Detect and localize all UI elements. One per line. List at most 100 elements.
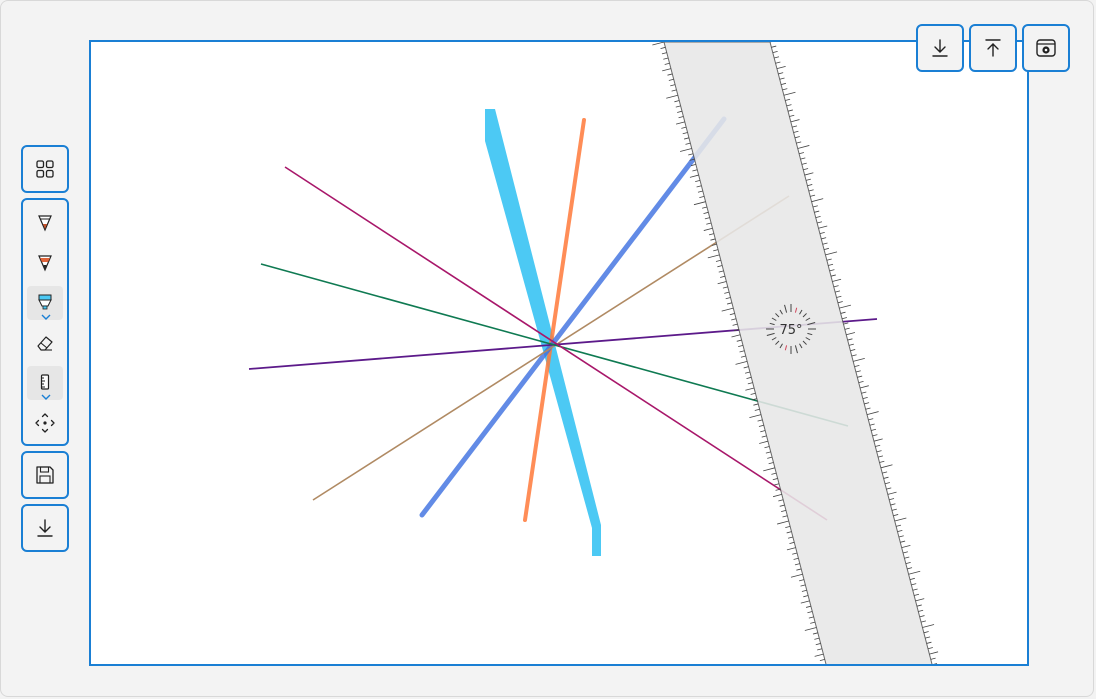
ruler-tick (729, 313, 735, 316)
ruler-tick (826, 258, 832, 261)
ruler-tick (840, 311, 846, 314)
ruler-tick (846, 332, 856, 336)
ruler-tick (736, 339, 742, 342)
ruler-angle-label: 75° (779, 323, 802, 338)
ruler-tick (905, 561, 911, 564)
chevron-down-icon (41, 314, 51, 320)
ruler-tick (916, 604, 922, 607)
ruler-tick (807, 184, 813, 187)
download-button[interactable] (21, 504, 69, 552)
ruler-tick (873, 438, 883, 442)
lasso-select-tool[interactable] (27, 406, 63, 440)
ruler-tick (808, 616, 814, 619)
ruler-tick (778, 72, 784, 75)
ruler-tool[interactable] (27, 366, 63, 400)
ruler-tick (909, 577, 915, 580)
ruler-tick (780, 82, 787, 85)
ruler-tick (721, 307, 734, 312)
ruler-tick (771, 472, 777, 475)
ruler-tick (828, 263, 834, 266)
ruler-tick (851, 354, 857, 357)
ruler-tick (794, 563, 800, 566)
inking-toolbar (21, 198, 69, 446)
ruler-tick (900, 540, 906, 543)
export-button[interactable] (969, 24, 1017, 72)
ruler-tick (725, 297, 731, 300)
ruler-tick (786, 531, 792, 534)
ruler-tick (722, 286, 728, 289)
ruler-tick (801, 162, 807, 165)
ruler-tick (844, 327, 850, 330)
ruler-tick (768, 462, 774, 465)
ruler-tick (879, 460, 885, 463)
ruler-tick (908, 570, 921, 575)
ruler-tick (823, 247, 829, 250)
save-button[interactable] (21, 451, 69, 499)
ruler-tick (777, 520, 789, 525)
ruler-tick (689, 174, 699, 178)
ruler-tick (720, 275, 726, 278)
ruler-tick (923, 631, 929, 634)
ruler-tick (771, 45, 777, 48)
ruler-tick (774, 56, 780, 59)
settings-button[interactable] (1022, 24, 1070, 72)
settings-gear-icon (1036, 39, 1056, 57)
ruler-tick (662, 68, 672, 72)
ruler-tick (670, 84, 676, 87)
ruler-tick (914, 593, 920, 596)
ruler-tick (778, 499, 784, 502)
ruler-tick (785, 525, 791, 528)
ruler-tick (693, 201, 706, 206)
ruler-tick (803, 595, 809, 598)
ruler-tick (708, 233, 714, 236)
ruler-tick (812, 205, 818, 208)
ruler-tick (666, 94, 678, 99)
ruler-tick (675, 121, 685, 125)
ruler-tick (785, 98, 791, 101)
ruler-tick (853, 357, 865, 362)
eraser-tool[interactable] (27, 326, 63, 360)
ballpoint-pen-tool[interactable] (27, 206, 63, 240)
ruler-tick (688, 153, 694, 156)
highlighter-stroke-cyan (485, 109, 601, 556)
ruler-tick (775, 61, 781, 64)
ruler-tick (804, 627, 817, 631)
ruler-tick (783, 91, 796, 96)
ruler-tick (703, 211, 709, 214)
highlighter-tool[interactable] (27, 286, 63, 320)
ruler-tick (868, 418, 874, 421)
ruler-tick (652, 42, 665, 46)
ruler-body[interactable] (663, 42, 933, 664)
ruler-tick (857, 375, 863, 378)
ruler-tick (866, 411, 879, 415)
ruler-tick (869, 423, 875, 426)
ruler[interactable]: 75° (652, 42, 939, 664)
import-button[interactable] (916, 24, 964, 72)
pencil-tool[interactable] (27, 246, 63, 280)
ink-canvas[interactable]: 75° (89, 40, 1029, 666)
ruler-tick (707, 254, 720, 259)
ruler-tick (843, 322, 849, 325)
ruler-tick (839, 304, 852, 309)
layout-grid-button[interactable] (21, 145, 69, 193)
ruler-tick (833, 285, 839, 288)
ruler-tick (904, 556, 910, 559)
chevron-down-icon (41, 394, 51, 400)
ruler-tick (922, 624, 935, 628)
ruler-tick (911, 583, 917, 586)
ruler-tick (858, 380, 864, 384)
ruler-tick (800, 157, 806, 160)
lasso-select-icon (35, 413, 55, 433)
ruler-tick (704, 217, 710, 220)
ruler-tick (927, 647, 933, 650)
highlighter-icon (38, 294, 52, 310)
ruler-tick (732, 323, 738, 326)
ruler-tick (740, 355, 746, 358)
ruler-tick (702, 206, 708, 209)
ruler-tick (681, 126, 687, 129)
ruler-tick (918, 609, 924, 612)
ruler-tick (677, 110, 683, 113)
ruler-tick (919, 615, 925, 618)
ruler-tick (929, 651, 939, 655)
ruler-tick (759, 440, 769, 444)
